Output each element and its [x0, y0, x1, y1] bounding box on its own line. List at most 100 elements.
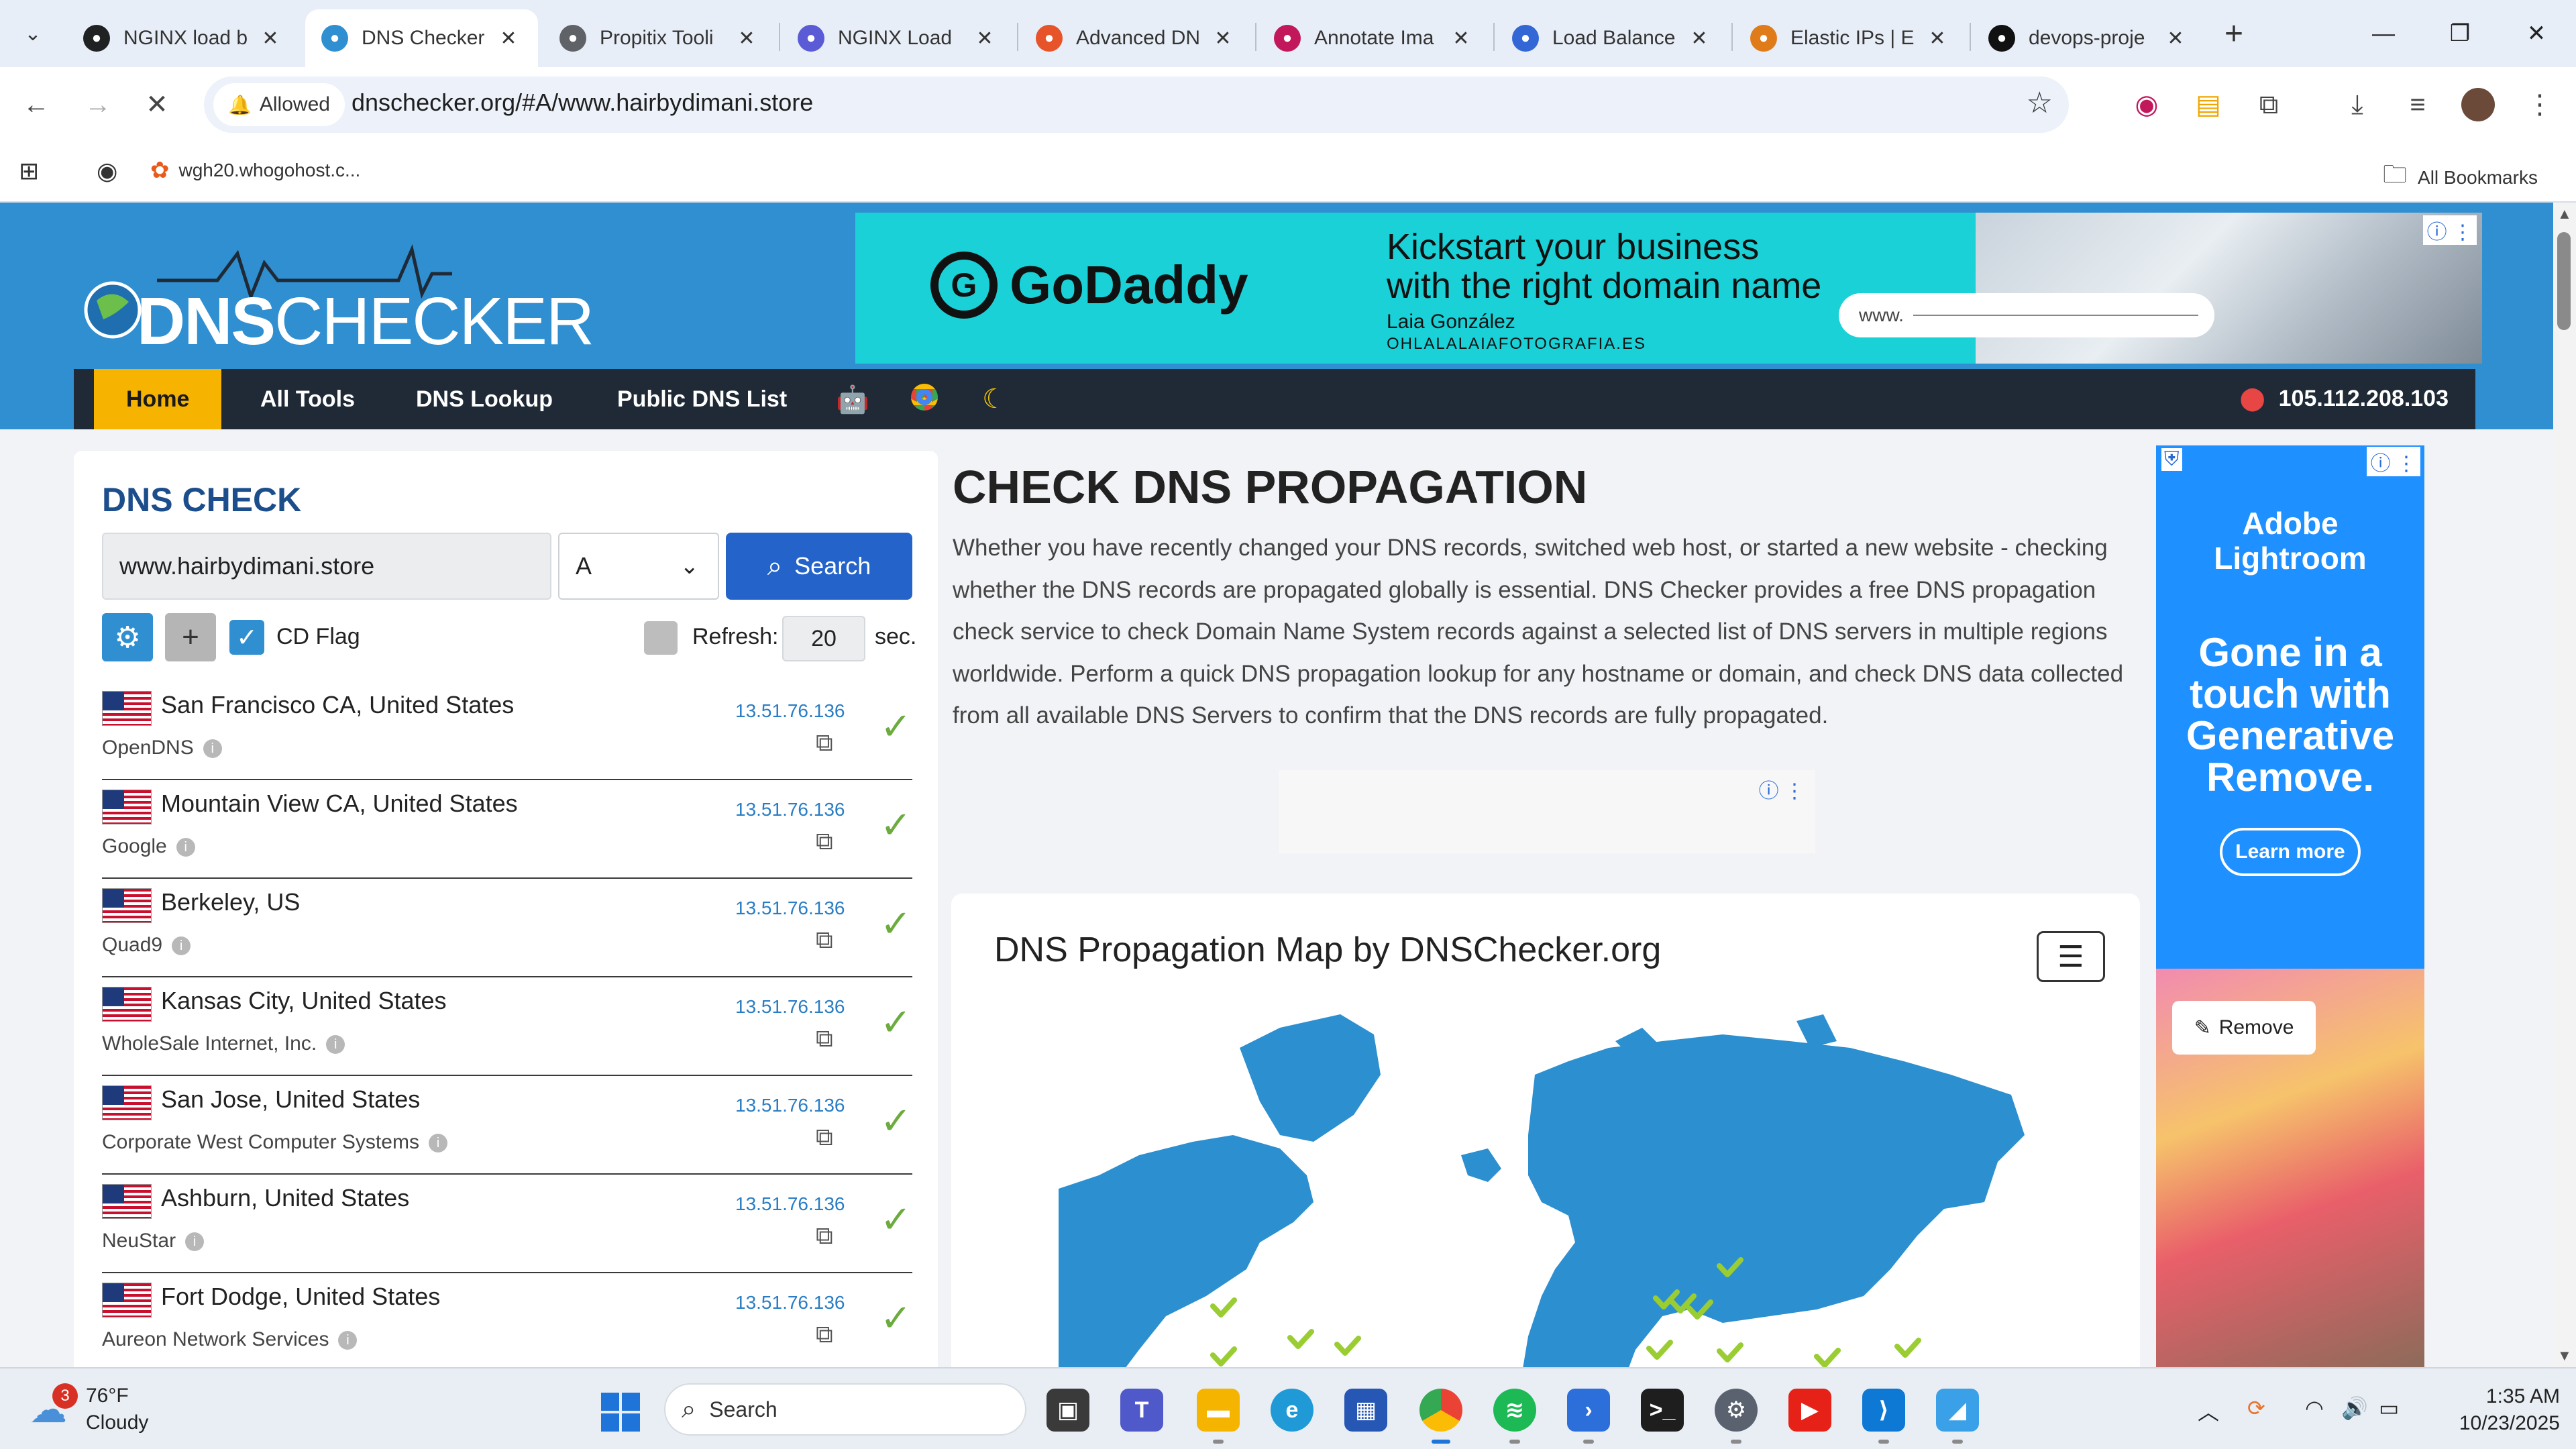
- permission-chip[interactable]: 🔔 Allowed: [213, 83, 345, 126]
- resolved-ip[interactable]: 13.51.76.136: [735, 996, 845, 1018]
- extensions-puzzle-icon[interactable]: ⧉: [2249, 85, 2289, 125]
- godaddy-banner-ad[interactable]: G GoDaddy Kickstart your business with the…: [855, 213, 2482, 364]
- tab-close-icon[interactable]: ✕: [257, 27, 284, 50]
- map-menu-button[interactable]: ☰: [2037, 931, 2105, 982]
- tab-github[interactable]: ● devops-proje ✕: [1972, 9, 2205, 67]
- resolved-ip[interactable]: 13.51.76.136: [735, 1193, 845, 1215]
- tab-close-icon[interactable]: ✕: [1210, 27, 1236, 50]
- task-view-icon[interactable]: ▣: [1046, 1389, 1089, 1432]
- external-link-icon[interactable]: ⧉: [816, 1320, 833, 1349]
- world-map[interactable]: [1059, 1001, 2025, 1367]
- dark-mode-moon-icon[interactable]: ☾: [982, 384, 1006, 415]
- vscode-icon[interactable]: ⟩: [1862, 1389, 1905, 1444]
- bookmark-star-icon[interactable]: ☆: [2027, 86, 2053, 120]
- youtube-icon[interactable]: ▶: [1788, 1389, 1831, 1432]
- dnschecker-logo[interactable]: DNSCHECKER: [83, 240, 594, 359]
- info-icon[interactable]: i: [203, 739, 222, 759]
- close-window-button[interactable]: ✕: [2513, 15, 2560, 52]
- info-icon[interactable]: i: [326, 1035, 345, 1055]
- microsoft-store-icon[interactable]: ▦: [1344, 1389, 1387, 1432]
- adobe-lightroom-ad[interactable]: ⛨ ⓘ ⋮ Adobe Lightroom Gone in a touch with…: [2156, 445, 2424, 1367]
- tab-annotate[interactable]: ● Annotate Ima ✕: [1258, 9, 1491, 67]
- address-bar[interactable]: 🔔 Allowed dnschecker.org/#A/www.hairbydi…: [204, 76, 2069, 133]
- resolved-ip[interactable]: 13.51.76.136: [735, 700, 845, 722]
- external-link-icon[interactable]: ⧉: [816, 1024, 833, 1053]
- scrollbar-thumb[interactable]: [2557, 232, 2571, 330]
- resolved-ip[interactable]: 13.51.76.136: [735, 1095, 845, 1116]
- sync-icon[interactable]: ⟳: [2247, 1395, 2265, 1421]
- add-server-button[interactable]: +: [165, 613, 216, 661]
- powershell-icon[interactable]: ›: [1567, 1389, 1610, 1444]
- chrome-icon[interactable]: [911, 384, 938, 417]
- battery-icon[interactable]: ▭: [2379, 1395, 2399, 1421]
- ad-choices-icon[interactable]: ⓘ ⋮: [2422, 215, 2477, 245]
- external-link-icon[interactable]: ⧉: [816, 729, 833, 757]
- url-text[interactable]: dnschecker.org/#A/www.hairbydimani.store: [352, 89, 813, 117]
- ad-choices-icon[interactable]: ⓘ ⋮: [2366, 447, 2420, 476]
- back-button[interactable]: ←: [16, 85, 56, 125]
- nav-dns-lookup[interactable]: DNS Lookup: [416, 369, 553, 429]
- ad-choices-icon[interactable]: ⓘ ⋮: [1759, 774, 1805, 804]
- info-icon[interactable]: i: [338, 1331, 358, 1350]
- tab-close-icon[interactable]: ✕: [733, 27, 760, 50]
- extension-notes-icon[interactable]: ▤: [2188, 85, 2229, 125]
- tab-diagram[interactable]: ● Load Balance ✕: [1496, 9, 1729, 67]
- teams-icon[interactable]: T: [1120, 1389, 1163, 1432]
- scroll-down-arrow-icon[interactable]: ▼: [2557, 1347, 2572, 1364]
- search-button[interactable]: ⌕ Search: [726, 533, 912, 600]
- globe-icon[interactable]: ◉: [97, 157, 117, 185]
- external-link-icon[interactable]: ⧉: [816, 827, 833, 856]
- resolved-ip[interactable]: 13.51.76.136: [735, 1292, 845, 1313]
- external-link-icon[interactable]: ⧉: [816, 1222, 833, 1250]
- tab-openai[interactable]: ● NGINX load b ✕: [67, 9, 300, 67]
- resolved-ip[interactable]: 13.51.76.136: [735, 799, 845, 820]
- edge-icon[interactable]: e: [1271, 1389, 1313, 1432]
- downloads-icon[interactable]: ⤓: [2337, 85, 2377, 125]
- forward-button[interactable]: →: [78, 85, 118, 125]
- nav-all-tools[interactable]: All Tools: [260, 369, 355, 429]
- volume-icon[interactable]: 🔊: [2341, 1395, 2368, 1421]
- resolved-ip[interactable]: 13.51.76.136: [735, 898, 845, 919]
- minimize-button[interactable]: —: [2360, 15, 2407, 52]
- tab-close-icon[interactable]: ✕: [1686, 27, 1713, 50]
- tab-close-icon[interactable]: ✕: [495, 27, 522, 50]
- start-button[interactable]: [601, 1393, 640, 1432]
- tab-search-button[interactable]: ⌄: [12, 15, 54, 52]
- all-bookmarks-button[interactable]: 🗀 All Bookmarks: [2383, 157, 2538, 198]
- media-controls-icon[interactable]: ≡: [2398, 85, 2438, 125]
- cd-flag-checkbox[interactable]: ✓: [229, 620, 264, 655]
- weather-widget[interactable]: ☁ 3 76°F Cloudy: [27, 1381, 201, 1441]
- settings-sliders-button[interactable]: ⚙: [102, 613, 153, 661]
- settings-gear-icon[interactable]: ⚙: [1715, 1389, 1758, 1444]
- tab-zoho[interactable]: ● Advanced DN ✕: [1020, 9, 1252, 67]
- page-scrollbar[interactable]: ▲ ▼: [2553, 203, 2576, 1367]
- tab-close-icon[interactable]: ✕: [1924, 27, 1951, 50]
- bookmark-whogohost[interactable]: ✿ wgh20.whogohost.c...: [150, 157, 360, 184]
- info-icon[interactable]: i: [172, 936, 191, 956]
- tab-close-icon[interactable]: ✕: [971, 27, 998, 50]
- tab-globe[interactable]: ● Propitix Tooli ✕: [543, 9, 776, 67]
- info-icon[interactable]: i: [176, 838, 195, 857]
- learn-more-button[interactable]: Learn more: [2220, 828, 2361, 876]
- profile-avatar[interactable]: [2458, 85, 2498, 125]
- info-icon[interactable]: i: [185, 1232, 205, 1252]
- tab-close-icon[interactable]: ✕: [2162, 27, 2189, 50]
- inline-ad[interactable]: ⓘ ⋮: [1279, 770, 1815, 853]
- restore-button[interactable]: ❐: [2436, 15, 2483, 52]
- refresh-interval-input[interactable]: 20: [782, 616, 865, 661]
- spotify-icon[interactable]: ≋: [1493, 1389, 1536, 1444]
- file-explorer-icon[interactable]: ▬: [1197, 1389, 1240, 1444]
- scroll-up-arrow-icon[interactable]: ▲: [2557, 205, 2572, 223]
- nav-home[interactable]: Home: [94, 369, 222, 429]
- wifi-icon[interactable]: ◠: [2305, 1395, 2324, 1421]
- refresh-checkbox[interactable]: [644, 621, 678, 655]
- apps-grid-icon[interactable]: ⊞: [19, 157, 39, 185]
- taskbar-search[interactable]: ⌕ Search: [664, 1383, 1026, 1436]
- tab-aws[interactable]: ● Elastic IPs | E ✕: [1734, 9, 1967, 67]
- tab-close-icon[interactable]: ✕: [1448, 27, 1474, 50]
- terminal-icon[interactable]: >_: [1641, 1389, 1684, 1432]
- domain-input[interactable]: www.hairbydimani.store: [102, 533, 551, 600]
- record-type-select[interactable]: A ⌄: [558, 533, 719, 600]
- chrome-taskbar-icon[interactable]: [1419, 1389, 1462, 1444]
- azure-data-studio-icon[interactable]: ◢: [1936, 1389, 1979, 1444]
